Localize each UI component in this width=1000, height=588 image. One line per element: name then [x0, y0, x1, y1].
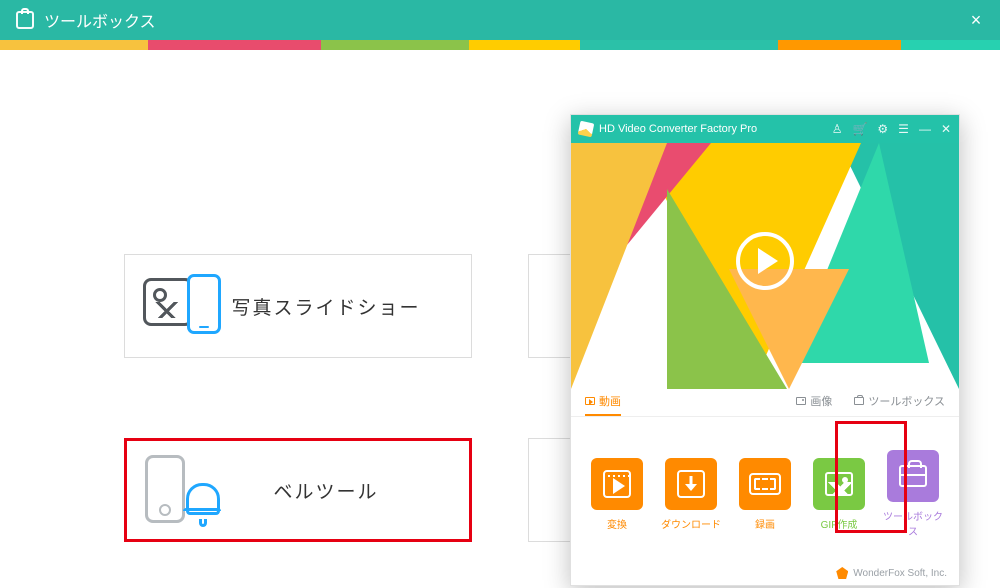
product-tabs: 動画 画像 ツールボックス: [571, 389, 959, 417]
product-logo-icon: [578, 121, 595, 138]
bell-tool-label: ベルツール: [223, 477, 469, 504]
photo-slideshow-card[interactable]: 写真スライドショー: [124, 254, 472, 358]
bell-tool-card[interactable]: ベルツール: [124, 438, 472, 542]
tile-download[interactable]: ダウンロード: [659, 458, 723, 531]
download-icon: [677, 470, 705, 498]
user-icon[interactable]: ♙: [832, 122, 843, 136]
cart-icon[interactable]: 🛒: [852, 122, 867, 136]
company-logo-icon: [836, 567, 848, 579]
tile-convert[interactable]: 変換: [585, 458, 649, 531]
gif-icon: [825, 472, 853, 496]
tile-toolbox[interactable]: ツールボックス: [881, 450, 945, 538]
close-button[interactable]: ×: [966, 10, 986, 30]
toolbox-titlebar: ツールボックス ×: [0, 0, 1000, 40]
photo-slideshow-label: 写真スライドショー: [221, 293, 471, 320]
product-title: HD Video Converter Factory Pro: [599, 123, 757, 135]
product-hero: [571, 143, 959, 389]
tab-video[interactable]: 動画: [585, 393, 621, 416]
close-button[interactable]: ✕: [941, 122, 951, 136]
tile-record[interactable]: 録画: [733, 458, 797, 531]
convert-icon: [603, 470, 631, 498]
tile-gif[interactable]: GIF作成: [807, 458, 871, 531]
list-icon[interactable]: ☰: [898, 122, 909, 136]
settings-icon[interactable]: ⚙: [877, 122, 888, 136]
play-logo-icon: [736, 232, 794, 290]
photo-slideshow-icon: [143, 274, 221, 338]
toolbox-tile-icon: [899, 465, 927, 487]
product-footer: WonderFox Soft, Inc.: [836, 567, 947, 579]
record-icon: [749, 473, 781, 495]
tab-toolbox[interactable]: ツールボックス: [854, 393, 945, 416]
product-window: HD Video Converter Factory Pro ♙ 🛒 ⚙ ☰ —…: [570, 114, 960, 586]
product-tiles: 変換 ダウンロード 録画 GIF作成 ツールボックス: [571, 417, 959, 557]
toolbox-title: ツールボックス: [44, 8, 156, 32]
color-stripe: [0, 40, 1000, 50]
tab-image[interactable]: 画像: [796, 393, 832, 416]
toolbox-icon: [16, 11, 34, 29]
minimize-button[interactable]: —: [919, 122, 931, 136]
product-titlebar[interactable]: HD Video Converter Factory Pro ♙ 🛒 ⚙ ☰ —…: [571, 115, 959, 143]
bell-tool-icon: [145, 455, 223, 525]
